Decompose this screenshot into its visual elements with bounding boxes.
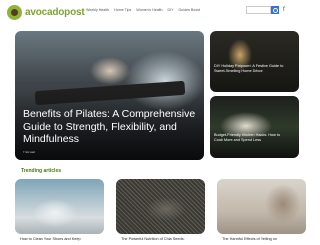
trending-article-image[interactable] xyxy=(116,179,205,234)
side-article-title[interactable]: DIY Holiday Potpourri: A Festive Guide t… xyxy=(214,64,286,74)
hero-article-card[interactable]: Benefits of Pilates: A Comprehensive Gui… xyxy=(15,31,204,160)
facebook-icon[interactable]: f xyxy=(283,6,285,14)
nav-item-womens-health[interactable]: Women's Health xyxy=(136,8,162,12)
site-logo[interactable]: avocadopost xyxy=(7,5,85,20)
side-article-card[interactable]: DIY Holiday Potpourri: A Festive Guide t… xyxy=(210,31,299,92)
nav-item-guides[interactable]: Guides Boost xyxy=(178,8,200,12)
main-nav: Weekly Health Home Tips Women's Health D… xyxy=(86,8,200,12)
avocado-logo-icon xyxy=(7,5,22,20)
search-input[interactable] xyxy=(246,6,271,14)
hero-article-meta: 7 min read xyxy=(23,151,35,154)
side-article-title[interactable]: Budget-Friendly Kitchen Hacks: How to Co… xyxy=(214,133,286,143)
trending-article-image[interactable] xyxy=(217,179,306,234)
trending-article-image[interactable] xyxy=(15,179,104,234)
search-button[interactable] xyxy=(271,6,279,14)
search-area: f xyxy=(246,6,285,14)
nav-item-weekly-health[interactable]: Weekly Health xyxy=(86,8,109,12)
hero-article-title[interactable]: Benefits of Pilates: A Comprehensive Gui… xyxy=(23,108,201,146)
nav-item-home-tips[interactable]: Home Tips xyxy=(114,8,131,12)
site-header: avocadopost Weekly Health Home Tips Wome… xyxy=(0,0,320,24)
trending-heading: Trending articles xyxy=(21,168,62,174)
logo-text: avocadopost xyxy=(25,7,85,18)
trending-article-title[interactable]: How to Clean Your Shoes and Keep xyxy=(20,237,81,241)
nav-item-diy[interactable]: DIY xyxy=(167,8,173,12)
side-article-card[interactable]: Budget-Friendly Kitchen Hacks: How to Co… xyxy=(210,96,299,158)
trending-article-title[interactable]: The Harmful Effects of Yelling on xyxy=(222,237,277,241)
trending-article-title[interactable]: The Powerful Nutrition of Chia Seeds: xyxy=(121,237,185,241)
